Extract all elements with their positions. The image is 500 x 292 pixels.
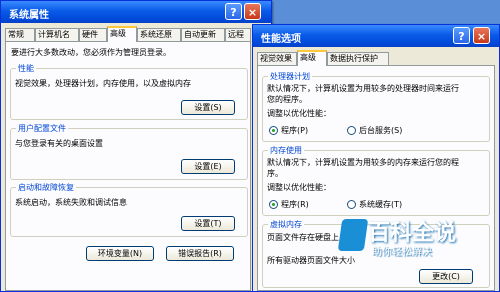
processor-background-services-label[interactable]: 后台服务(S) bbox=[359, 125, 402, 136]
processor-scheduling-label: 处理器计划 bbox=[268, 71, 312, 82]
startup-recovery-label: 启动和故障恢复 bbox=[16, 182, 76, 193]
watermark: 百科全说 助你轻松解决 bbox=[337, 215, 500, 292]
processor-description-line1: 默认情况下，计算机设置为用较多的处理器时间来运行 bbox=[267, 84, 459, 93]
memory-description-line2: 序。 bbox=[267, 169, 283, 178]
tab-advanced[interactable]: 高级 bbox=[107, 26, 137, 42]
tab-strip: 视觉效果 高级 数据执行保护 bbox=[257, 50, 495, 66]
startup-recovery-group: 启动和故障恢复 系统启动，系统失败和调试信息 设置(T) bbox=[10, 182, 248, 237]
virtual-memory-description-line1: 页面文件存在硬盘上， bbox=[267, 233, 347, 242]
memory-description-line1: 默认情况下，计算机设置为用较多的内存来运行您的程 bbox=[267, 158, 459, 167]
user-profiles-label: 用户配置文件 bbox=[16, 123, 68, 134]
tab-automatic-updates[interactable]: 自动更新 bbox=[181, 28, 225, 41]
memory-system-cache-label[interactable]: 系统缓存(T) bbox=[359, 199, 402, 210]
processor-adjust-label: 调整以优化性能： bbox=[267, 109, 331, 118]
user-profiles-settings-button[interactable]: 设置(E) bbox=[181, 159, 235, 174]
startup-recovery-settings-button[interactable]: 设置(T) bbox=[181, 216, 235, 231]
admin-notice: 要进行大多数改动，您必须作为管理员登录。 bbox=[11, 48, 171, 57]
memory-usage-label: 内存使用 bbox=[268, 145, 304, 156]
performance-label: 性能 bbox=[16, 63, 36, 74]
virtual-memory-label: 虚拟内存 bbox=[268, 219, 304, 230]
help-button[interactable]: ? bbox=[225, 3, 242, 20]
close-button[interactable]: × bbox=[473, 27, 490, 44]
memory-programs-label[interactable]: 程序(R) bbox=[281, 199, 309, 210]
system-properties-window: 系统属性 ? × 常规 计算机名 硬件 高级 系统还原 自动更新 远程 要进行大… bbox=[0, 0, 272, 292]
help-button[interactable]: ? bbox=[453, 27, 470, 44]
title-bar[interactable]: 系统属性 ? × bbox=[1, 1, 271, 23]
processor-description-line2: 您的程序。 bbox=[267, 95, 307, 104]
memory-programs-radio[interactable] bbox=[269, 200, 278, 209]
memory-adjust-label: 调整以优化性能： bbox=[267, 183, 331, 192]
tab-hardware[interactable]: 硬件 bbox=[79, 28, 107, 41]
startup-recovery-description: 系统启动，系统失败和调试信息 bbox=[15, 198, 127, 207]
close-button[interactable]: × bbox=[244, 3, 261, 20]
watermark-subtitle: 助你轻松解决 bbox=[372, 247, 432, 258]
tab-system-restore[interactable]: 系统还原 bbox=[137, 28, 181, 41]
processor-scheduling-group: 处理器计划 默认情况下，计算机设置为用较多的处理器时间来运行 您的程序。 调整以… bbox=[262, 71, 490, 142]
watermark-logo-icon bbox=[337, 219, 369, 251]
window-title: 系统属性 bbox=[9, 10, 49, 21]
tab-advanced[interactable]: 高级 bbox=[297, 50, 327, 66]
tab-general[interactable]: 常规 bbox=[5, 28, 35, 41]
tab-data-execution-prevention[interactable]: 数据执行保护 bbox=[327, 52, 389, 65]
performance-group: 性能 视觉效果，处理器计划，内存使用，以及虚拟内存 设置(S) bbox=[10, 63, 248, 120]
tab-visual-effects[interactable]: 视觉效果 bbox=[257, 52, 297, 65]
processor-programs-label[interactable]: 程序(P) bbox=[281, 125, 308, 136]
user-profiles-description: 与您登录有关的桌面设置 bbox=[15, 139, 103, 148]
memory-system-cache-radio[interactable] bbox=[347, 200, 356, 209]
processor-programs-radio[interactable] bbox=[269, 126, 278, 135]
processor-background-services-radio[interactable] bbox=[347, 126, 356, 135]
memory-usage-group: 内存使用 默认情况下，计算机设置为用较多的内存来运行您的程 序。 调整以优化性能… bbox=[262, 145, 490, 216]
environment-variables-button[interactable]: 环境变量(N) bbox=[86, 246, 154, 261]
tab-strip: 常规 计算机名 硬件 高级 系统还原 自动更新 远程 bbox=[5, 26, 267, 42]
tab-computer-name[interactable]: 计算机名 bbox=[35, 28, 79, 41]
error-reporting-button[interactable]: 错误报告(R) bbox=[166, 246, 234, 261]
advanced-tab-panel: 要进行大多数改动，您必须作为管理员登录。 性能 视觉效果，处理器计划，内存使用，… bbox=[5, 41, 251, 291]
user-profiles-group: 用户配置文件 与您登录有关的桌面设置 设置(E) bbox=[10, 123, 248, 180]
tab-remote[interactable]: 远程 bbox=[225, 28, 251, 41]
performance-description: 视觉效果，处理器计划，内存使用，以及虚拟内存 bbox=[15, 79, 191, 88]
performance-settings-button[interactable]: 设置(S) bbox=[181, 100, 235, 115]
title-bar[interactable]: 性能选项 ? × bbox=[253, 25, 499, 47]
window-title: 性能选项 bbox=[261, 34, 301, 45]
